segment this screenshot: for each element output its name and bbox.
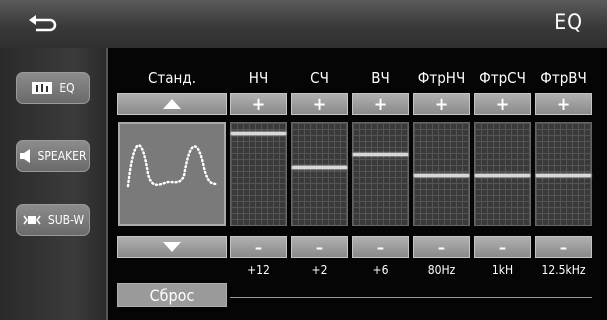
band-value: 80Hz [427, 263, 456, 277]
band-plus-button[interactable]: + [230, 93, 287, 115]
band-plus-button[interactable]: + [413, 93, 470, 115]
band-plus-button[interactable]: + [535, 93, 592, 115]
band-minus-button[interactable]: – [474, 236, 531, 258]
band-minus-button[interactable]: – [535, 236, 592, 258]
band-value: 12.5kHz [541, 263, 586, 277]
band-level-slider[interactable] [535, 122, 592, 226]
band-level-indicator [414, 174, 469, 177]
band-level-indicator [353, 153, 408, 156]
sidebar-item-eq[interactable]: EQ [16, 72, 90, 104]
preset-label: Станд. [148, 69, 196, 87]
page-title: EQ [554, 10, 583, 34]
band-value: +6 [372, 263, 389, 277]
band-plus-button[interactable]: + [352, 93, 409, 115]
band-level-slider[interactable] [230, 122, 287, 226]
band-minus-button[interactable]: – [291, 236, 348, 258]
band-level-indicator [231, 132, 286, 135]
band-value: 1kH [491, 263, 514, 277]
band-label: НЧ [248, 69, 269, 87]
top-bar: EQ [0, 0, 607, 49]
subwoofer-icon [23, 215, 41, 225]
sidebar-item-speaker[interactable]: SPEAKER [16, 140, 90, 172]
eq-curve-icon [126, 144, 220, 188]
band-label: СЧ [310, 69, 329, 87]
reset-button[interactable]: Сброс [117, 283, 227, 307]
sidebar-item-label: SUB-W [47, 213, 85, 227]
preset-up-button[interactable] [117, 93, 227, 115]
band-level-indicator [536, 174, 591, 177]
band-level-indicator [475, 174, 530, 177]
sidebar: EQ SPEAKER SUB-W [0, 48, 108, 320]
band-minus-button[interactable]: – [230, 236, 287, 258]
preset-curve-display [118, 122, 226, 226]
sidebar-item-label: EQ [59, 81, 75, 95]
band-label: ВЧ [371, 69, 390, 87]
band-level-slider[interactable] [352, 122, 409, 226]
band-label: ФтрВЧ [540, 69, 587, 87]
sidebar-item-label: SPEAKER [37, 149, 87, 163]
band-value: +2 [311, 263, 328, 277]
band-minus-button[interactable]: – [413, 236, 470, 258]
band-plus-button[interactable]: + [291, 93, 348, 115]
band-level-slider[interactable] [413, 122, 470, 226]
triangle-down-icon [163, 242, 181, 252]
sidebar-item-sub-w[interactable]: SUB-W [16, 204, 90, 236]
band-label: ФтрНЧ [417, 69, 466, 87]
band-level-slider[interactable] [474, 122, 531, 226]
band-level-slider[interactable] [291, 122, 348, 226]
band-label: ФтрСЧ [479, 69, 526, 87]
eq-screen: EQ EQ SPEAKER SUB-W Станд. НЧ + – +12 СЧ… [0, 0, 607, 320]
band-minus-button[interactable]: – [352, 236, 409, 258]
eq-icon [32, 82, 53, 94]
preset-down-button[interactable] [117, 236, 227, 258]
band-level-indicator [292, 166, 347, 169]
speaker-icon [19, 149, 30, 163]
band-value: +12 [247, 263, 270, 277]
divider [230, 297, 592, 298]
band-plus-button[interactable]: + [474, 93, 531, 115]
back-arrow-icon[interactable] [26, 12, 60, 36]
triangle-up-icon [163, 99, 181, 109]
